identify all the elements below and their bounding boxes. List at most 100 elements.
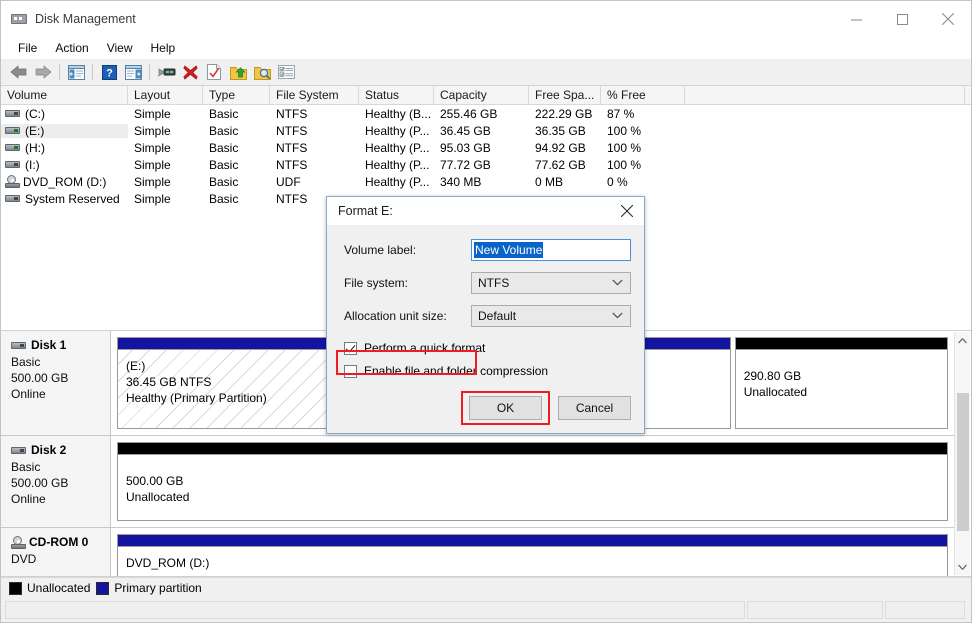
- disk-title: CD-ROM 0: [11, 535, 110, 549]
- show-hide-console-tree-icon[interactable]: [64, 61, 88, 83]
- cell-free-space: 36.35 GB: [535, 123, 586, 138]
- separator-1: [59, 64, 60, 80]
- volume-row[interactable]: (I:) Simple Basic NTFS Healthy (P... 77.72 GB…: [1, 156, 971, 173]
- close-button[interactable]: [925, 1, 971, 37]
- partition-legend: Unallocated Primary partition: [1, 577, 971, 598]
- dialog-buttons: OK Cancel: [461, 391, 631, 425]
- partition-status: Unallocated: [126, 490, 190, 504]
- partition-block[interactable]: 500.00 GB Unallocated: [117, 442, 948, 521]
- disk-row[interactable]: Disk 2 Basic 500.00 GB Online 500.00 GB Unall…: [1, 436, 954, 528]
- dialog-close-button[interactable]: [610, 197, 644, 225]
- volume-row[interactable]: DVD_ROM (D:) Simple Basic UDF Healthy (P... 3…: [1, 173, 971, 190]
- cell-layout: Simple: [134, 123, 171, 138]
- column-header-free-spa[interactable]: Free Spa...: [529, 86, 601, 104]
- disk-info[interactable]: Disk 1 Basic 500.00 GB Online: [1, 331, 111, 435]
- back-icon[interactable]: [7, 61, 31, 83]
- column-header-type[interactable]: Type: [203, 86, 270, 104]
- volume-label-input[interactable]: New Volume: [471, 239, 631, 261]
- search-icon[interactable]: [250, 61, 274, 83]
- disk-info[interactable]: CD-ROM 0 DVD: [1, 528, 111, 576]
- partition-block[interactable]: 290.80 GB Unallocated: [734, 337, 948, 429]
- cell-layout: Simple: [134, 140, 171, 155]
- cell-type: Basic: [209, 157, 239, 172]
- menu-help[interactable]: Help: [142, 38, 185, 58]
- properties-icon[interactable]: [202, 61, 226, 83]
- show-hide-action-pane-icon[interactable]: [121, 61, 145, 83]
- column-header-volume[interactable]: Volume: [1, 86, 128, 104]
- scrollbar-thumb[interactable]: [956, 393, 969, 531]
- column-header-layout[interactable]: Layout: [128, 86, 203, 104]
- cd-rom-icon: [5, 175, 20, 188]
- partition-size: 290.80 GB: [743, 369, 802, 383]
- legend-swatch-blue: [96, 581, 110, 595]
- hard-disk-icon: [5, 193, 20, 204]
- partition-status: Unallocated: [743, 385, 808, 399]
- list-view-icon[interactable]: [274, 61, 298, 83]
- cell-capacity: 77.72 GB: [440, 157, 491, 172]
- cell-percent-free: 100 %: [607, 140, 642, 155]
- help-icon[interactable]: ?: [97, 61, 121, 83]
- volume-name: DVD_ROM (D:): [23, 174, 107, 189]
- dialog-body: Volume label: New Volume File system: NT…: [327, 225, 644, 433]
- disk-info[interactable]: Disk 2 Basic 500.00 GB Online: [1, 436, 111, 527]
- menu-action[interactable]: Action: [46, 38, 97, 58]
- hard-disk-icon: [11, 445, 26, 456]
- allocation-unit-size-select[interactable]: Default: [471, 305, 631, 327]
- partition-strip: 500.00 GB Unallocated: [111, 436, 954, 527]
- rescan-disks-icon[interactable]: [154, 61, 178, 83]
- cell-status: Healthy (P...: [365, 157, 430, 172]
- minimize-button[interactable]: [833, 1, 879, 37]
- maximize-button[interactable]: [879, 1, 925, 37]
- disk-management-window: Disk Management File Action View Help ? …: [0, 0, 972, 623]
- disk-pane-scrollbar[interactable]: [954, 332, 970, 575]
- volume-row[interactable]: (H:) Simple Basic NTFS Healthy (P... 95.03 GB…: [1, 139, 971, 156]
- legend-swatch-black: [9, 581, 22, 595]
- cell-type: Basic: [209, 123, 239, 138]
- svg-text:?: ?: [106, 67, 113, 79]
- separator-3: [149, 64, 150, 80]
- new-simple-volume-icon[interactable]: [226, 61, 250, 83]
- cell-free-space: 94.92 GB: [535, 140, 586, 155]
- hard-disk-icon: [11, 340, 26, 351]
- file-system-select[interactable]: NTFS: [471, 272, 631, 294]
- cell-file-system: UDF: [276, 174, 301, 189]
- column-header-blank[interactable]: [685, 86, 965, 104]
- menu-view[interactable]: View: [98, 38, 142, 58]
- scroll-up-arrow[interactable]: [955, 332, 971, 349]
- cell-status: Healthy (B...: [365, 106, 432, 121]
- compression-checkbox[interactable]: [344, 364, 357, 378]
- partition-color-bar: [118, 443, 947, 455]
- cell-capacity: 340 MB: [440, 174, 482, 189]
- menu-file[interactable]: File: [9, 38, 46, 58]
- partition-block[interactable]: DVD_ROM (D:): [117, 534, 948, 576]
- delete-volume-icon[interactable]: [178, 61, 202, 83]
- hard-disk-icon: [5, 159, 20, 170]
- column-header-free[interactable]: % Free: [601, 86, 685, 104]
- legend-item: Unallocated: [9, 581, 90, 595]
- cancel-button[interactable]: Cancel: [558, 396, 631, 420]
- volume-label-label: Volume label:: [344, 243, 417, 257]
- quick-format-checkbox[interactable]: [344, 341, 357, 355]
- forward-icon[interactable]: [31, 61, 55, 83]
- cell-volume: DVD_ROM (D:): [1, 175, 128, 189]
- cell-file-system: NTFS: [276, 123, 308, 138]
- cell-file-system: NTFS: [276, 106, 308, 121]
- volume-name: (H:): [25, 140, 45, 155]
- partition-details: 500.00 GB Unallocated: [118, 455, 947, 520]
- cell-volume: (H:): [1, 141, 128, 155]
- ok-button[interactable]: OK: [469, 396, 542, 420]
- column-header-file-system[interactable]: File System: [270, 86, 359, 104]
- disk-row[interactable]: CD-ROM 0 DVD DVD_ROM (D:): [1, 528, 954, 576]
- disk-title: Disk 1: [11, 338, 110, 352]
- cell-capacity: 255.46 GB: [440, 106, 498, 121]
- compression-checkbox-row[interactable]: Enable file and folder compression: [344, 361, 631, 381]
- quick-format-checkbox-row[interactable]: Perform a quick format: [344, 338, 631, 358]
- scrollbar-track[interactable]: [955, 349, 971, 558]
- column-header-status[interactable]: Status: [359, 86, 434, 104]
- scroll-down-arrow[interactable]: [955, 558, 971, 575]
- cell-free-space: 222.29 GB: [535, 106, 593, 121]
- column-header-capacity[interactable]: Capacity: [434, 86, 529, 104]
- disk-name: Disk 1: [31, 338, 67, 352]
- volume-row[interactable]: (C:) Simple Basic NTFS Healthy (B... 255.46 G…: [1, 105, 971, 122]
- volume-row[interactable]: (E:) Simple Basic NTFS Healthy (P... 36.45 GB…: [1, 122, 971, 139]
